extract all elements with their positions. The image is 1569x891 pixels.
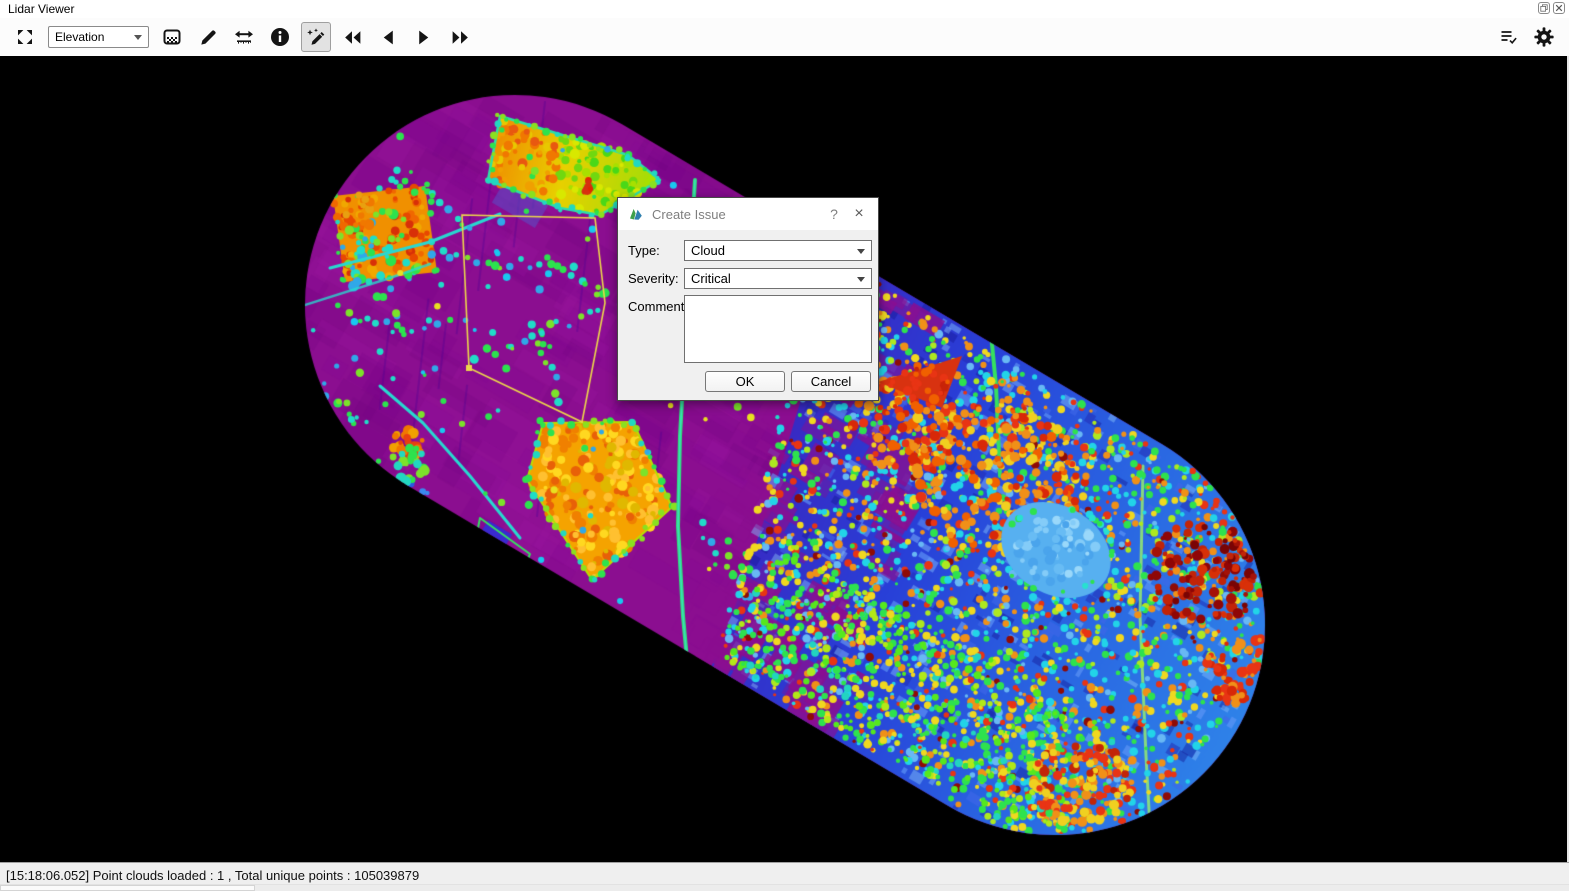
measure-button[interactable] <box>229 22 259 52</box>
dialog-close-button[interactable]: × <box>846 206 872 222</box>
previous-icon <box>379 29 397 46</box>
dropdown-arrow-icon <box>857 277 865 286</box>
chevron-down-icon <box>134 35 142 44</box>
type-select[interactable]: Cloud <box>684 240 872 261</box>
severity-select[interactable]: Critical <box>684 268 872 289</box>
help-button[interactable]: ? <box>822 206 846 222</box>
fast-forward-icon <box>450 29 471 46</box>
colormap-select-value: Elevation <box>55 30 104 44</box>
pencil-icon <box>199 28 218 47</box>
app-logo-icon <box>628 206 644 222</box>
fit-view-icon <box>16 28 34 46</box>
info-button[interactable] <box>265 22 295 52</box>
ok-button[interactable]: OK <box>705 371 785 392</box>
play-icon <box>415 29 433 46</box>
fast-forward-button[interactable] <box>445 22 475 52</box>
dialog-titlebar[interactable]: Create Issue ? × <box>618 198 878 230</box>
annotate-button[interactable] <box>301 22 331 52</box>
dialog-title: Create Issue <box>652 207 726 222</box>
log-scrollbar[interactable] <box>0 884 1569 891</box>
close-button[interactable] <box>1553 2 1565 14</box>
measure-icon <box>234 28 254 46</box>
window-title: Lidar Viewer <box>8 2 74 16</box>
restore-icon <box>1540 4 1548 12</box>
status-message: [15:18:06.052] Point clouds loaded : 1 ,… <box>6 868 419 883</box>
rewind-button[interactable] <box>337 22 367 52</box>
cancel-button[interactable]: Cancel <box>791 371 871 392</box>
settings-button[interactable] <box>1529 22 1559 52</box>
comment-textarea[interactable] <box>684 295 872 363</box>
type-label: Type: <box>628 243 660 258</box>
window-controls <box>1538 2 1565 14</box>
titlebar: Lidar Viewer <box>0 0 1569 18</box>
toolbar: Elevation <box>0 18 1569 56</box>
draw-button[interactable] <box>193 22 223 52</box>
task-list-icon <box>1499 28 1518 46</box>
viewport: Create Issue ? × Type: Cloud Severity: C… <box>0 56 1569 862</box>
previous-button[interactable] <box>373 22 403 52</box>
gear-icon <box>1534 27 1554 47</box>
close-icon <box>1555 4 1563 12</box>
annotate-pencil-icon <box>306 27 326 47</box>
severity-select-value: Critical <box>691 271 731 286</box>
rewind-icon <box>342 29 363 46</box>
dropdown-arrow-icon <box>857 249 865 258</box>
play-button[interactable] <box>409 22 439 52</box>
comment-label: Comment: <box>628 299 688 314</box>
pointcloud-canvas[interactable] <box>0 56 1569 862</box>
log-scrollbar-thumb[interactable] <box>0 885 255 891</box>
fit-view-button[interactable] <box>10 22 40 52</box>
statusbar: [15:18:06.052] Point clouds loaded : 1 ,… <box>0 862 1569 891</box>
lidar-viewer-window: Lidar Viewer Elevation <box>0 0 1569 891</box>
restore-button[interactable] <box>1538 2 1550 14</box>
tasks-button[interactable] <box>1493 22 1523 52</box>
colormap-button[interactable] <box>157 22 187 52</box>
create-issue-dialog: Create Issue ? × Type: Cloud Severity: C… <box>617 197 879 401</box>
info-icon <box>270 27 290 47</box>
type-select-value: Cloud <box>691 243 725 258</box>
colormap-icon <box>163 28 181 46</box>
colormap-select[interactable]: Elevation <box>48 26 149 48</box>
severity-label: Severity: <box>628 271 679 286</box>
